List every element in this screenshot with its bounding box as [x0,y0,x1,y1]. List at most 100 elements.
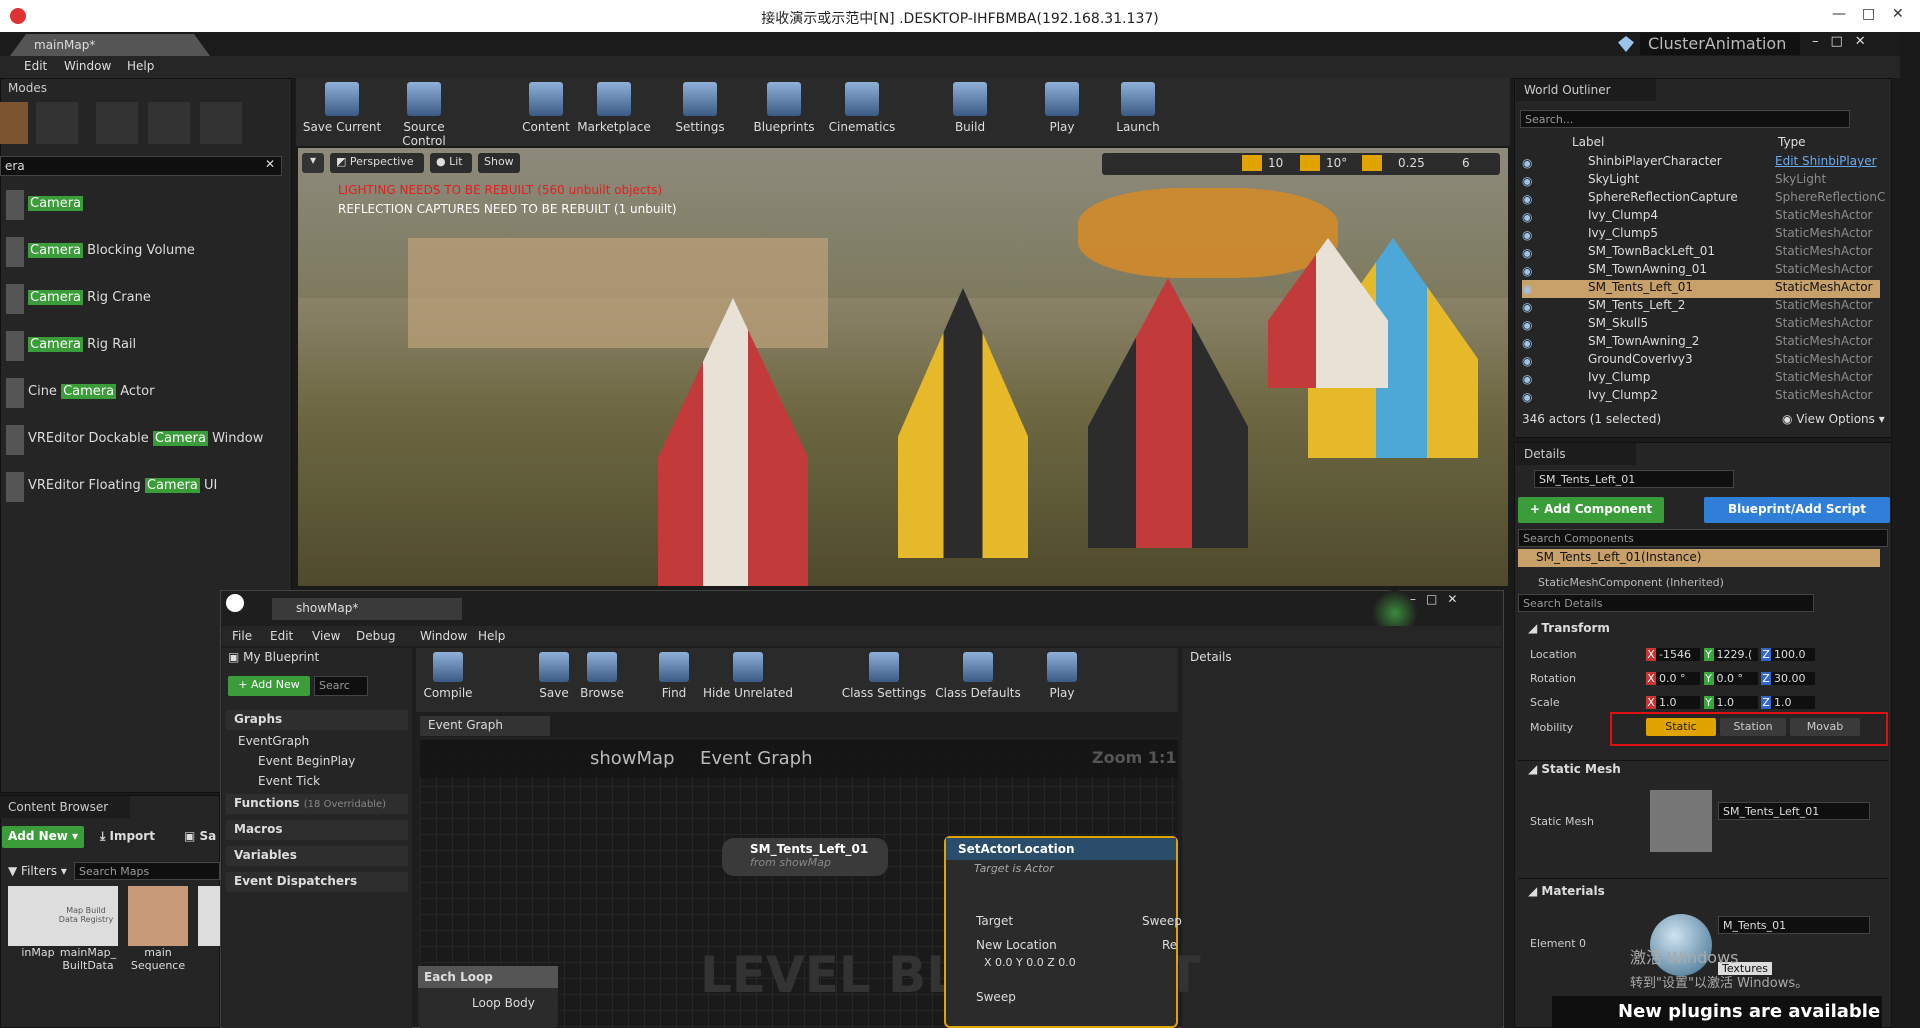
location-x[interactable]: -1546 [1656,648,1700,661]
place-mode-icon[interactable] [0,102,28,144]
menu-help[interactable]: Help [127,59,154,73]
actor-reference-node[interactable]: SM_Tents_Left_01 from showMap [722,838,888,876]
outliner-row[interactable]: ◉ Ivy_Clump4 StaticMeshActor [1522,208,1880,226]
toolbar-launch-button[interactable]: Launch [1098,82,1178,134]
rotation-snap-value[interactable]: 10° [1326,156,1347,170]
outliner-row[interactable]: ◉ SM_Tents_Left_01 StaticMeshActor [1522,280,1880,298]
mode-item[interactable]: Camera Rig Rail [28,337,136,352]
toolbar-settings-button[interactable]: Settings [660,82,740,134]
scale-snap-icon[interactable] [1362,155,1382,171]
mobility-stationary-button[interactable]: Station [1720,718,1786,736]
macros-section[interactable]: Macros [226,820,408,840]
outliner-row[interactable]: ◉ SphereReflectionCapture SphereReflection… [1522,190,1885,208]
menu-window[interactable]: Window [64,59,111,73]
search-details-input[interactable]: Search Details [1518,594,1814,612]
cb-asset-tile[interactable]: mainMap_ BuiltData [56,886,120,986]
functions-section[interactable]: Functions (18 Overridable) [226,794,408,814]
blueprint-script-button[interactable]: Blueprint/Add Script [1704,497,1890,523]
outliner-row[interactable]: ◉ SM_Skull5 StaticMeshActor [1522,316,1880,334]
visibility-eye-icon[interactable]: ◉ [1522,156,1532,170]
crumb-map[interactable]: showMap [590,748,675,769]
tent-red-black-selected[interactable] [1088,278,1248,548]
camera-speed-value[interactable]: 6 [1462,156,1470,170]
bp-add-new-button[interactable]: + Add New [228,676,310,696]
clear-search-icon[interactable]: ✕ [265,157,275,171]
scale-y[interactable]: 1.0 [1713,696,1758,709]
outliner-row[interactable]: ◉ Ivy_Clump2 StaticMeshActor [1522,388,1880,406]
visibility-eye-icon[interactable]: ◉ [1522,354,1532,368]
visibility-eye-icon[interactable]: ◉ [1522,246,1532,260]
bp-toolbar-class-defaults-button[interactable]: Class Defaults [928,652,1028,700]
loop-body-pin[interactable]: Loop Body [472,996,535,1010]
grid-snap-value[interactable]: 10 [1268,156,1283,170]
static-mesh-dropdown[interactable]: SM_Tents_Left_01 [1718,802,1870,820]
mode-item[interactable]: Camera Rig Crane [28,290,151,305]
lit-button[interactable]: ● Lit [430,153,472,173]
cb-save-button[interactable]: ▣ Sa [184,829,216,843]
rotation-z[interactable]: 30.00 [1771,672,1815,685]
component-instance-row[interactable]: SM_Tents_Left_01(Instance) [1518,549,1880,567]
close-button[interactable]: ✕ [1892,6,1904,22]
bp-toolbar-play-button[interactable]: Play [1034,652,1090,700]
material-dropdown[interactable]: M_Tents_01 [1718,916,1870,934]
crumb-graph[interactable]: Event Graph [700,748,813,769]
outliner-row[interactable]: ◉ SM_TownBackLeft_01 StaticMeshActor [1522,244,1880,262]
actor-name-input[interactable]: SM_Tents_Left_01 [1534,470,1734,488]
bp-menu-item[interactable]: View [312,629,340,643]
add-component-button[interactable]: + Add Component [1518,497,1664,523]
bp-toolbar-class-settings-button[interactable]: Class Settings [834,652,934,700]
bp-toolbar-browse-button[interactable]: Browse [574,652,630,700]
cb-filters-button[interactable]: ▼ Filters ▾ [8,864,67,878]
static-mesh-thumbnail[interactable] [1650,790,1712,852]
menu-edit[interactable]: Edit [24,59,47,73]
modes-search-input[interactable]: era ✕ [0,156,282,176]
bp-menu-item[interactable]: Edit [270,629,293,643]
static-mesh-section[interactable]: ◢ Static Mesh [1528,762,1621,776]
mode-item[interactable]: Camera Blocking Volume [28,243,195,258]
bp-search-input[interactable]: Searc [314,676,368,696]
outliner-row[interactable]: ◉ SM_TownAwning_2 StaticMeshActor [1522,334,1880,352]
visibility-eye-icon[interactable]: ◉ [1522,282,1532,296]
set-actor-location-node[interactable]: SetActorLocation Target is Actor Target … [944,836,1182,1028]
location-z[interactable]: 100.0 [1771,648,1815,661]
outliner-row[interactable]: ◉ SM_TownAwning_01 StaticMeshActor [1522,262,1880,280]
rotation-x[interactable]: 0.0 ° [1656,672,1700,685]
node-loc-z[interactable]: 0.0 [1058,956,1076,969]
outliner-row[interactable]: ◉ Ivy_Clump StaticMeshActor [1522,370,1880,388]
minimize-button[interactable]: — [1832,6,1846,22]
foliage-mode-icon[interactable] [148,102,190,144]
cb-asset-tile[interactable]: main Sequence [126,886,190,986]
visibility-eye-icon[interactable]: ◉ [1522,300,1532,314]
map-tab[interactable]: mainMap* [10,34,210,56]
bp-menu-item[interactable]: Debug [356,629,395,643]
grid-snap-icon[interactable] [1242,155,1262,171]
show-button[interactable]: Show [478,153,520,173]
pin-sweep-out[interactable]: Sweep [1142,914,1182,928]
toolbar-save-current-button[interactable]: Save Current [302,82,382,134]
bp-toolbar-hide-unrelated-button[interactable]: Hide Unrelated [698,652,798,700]
bp-menu-item[interactable]: File [232,629,252,643]
outliner-col-type[interactable]: Type [1778,135,1806,149]
cb-import-button[interactable]: ⤓ Import [100,829,155,844]
mode-item[interactable]: Cine Camera Actor [28,384,154,399]
outliner-col-label[interactable]: Label [1572,135,1604,149]
paint-mode-icon[interactable] [36,102,78,144]
pin-return[interactable]: Re [1162,938,1177,952]
outliner-search-input[interactable]: Search... [1520,110,1850,128]
node-loc-x[interactable]: 0.0 [995,956,1013,969]
visibility-eye-icon[interactable]: ◉ [1522,372,1532,386]
tick-item[interactable]: Event Tick [258,774,320,788]
visibility-eye-icon[interactable]: ◉ [1522,390,1532,404]
blueprint-tab[interactable]: showMap* [272,598,462,620]
bp-toolbar-find-button[interactable]: Find [646,652,702,700]
rotation-y[interactable]: 0.0 ° [1713,672,1758,685]
viewport-options-icon[interactable]: ▾ [302,153,324,173]
cb-add-new-button[interactable]: Add New ▾ [2,826,84,848]
outliner-row-type[interactable]: Edit ShinbiPlayer [1775,154,1877,168]
scale-x[interactable]: 1.0 [1656,696,1700,709]
pin-target[interactable]: Target [976,914,1013,928]
event-graph-tab[interactable]: Event Graph [420,716,550,736]
component-inherited-row[interactable]: StaticMeshComponent (Inherited) [1538,576,1724,589]
transform-section[interactable]: ◢ Transform [1528,621,1610,635]
visibility-eye-icon[interactable]: ◉ [1522,210,1532,224]
